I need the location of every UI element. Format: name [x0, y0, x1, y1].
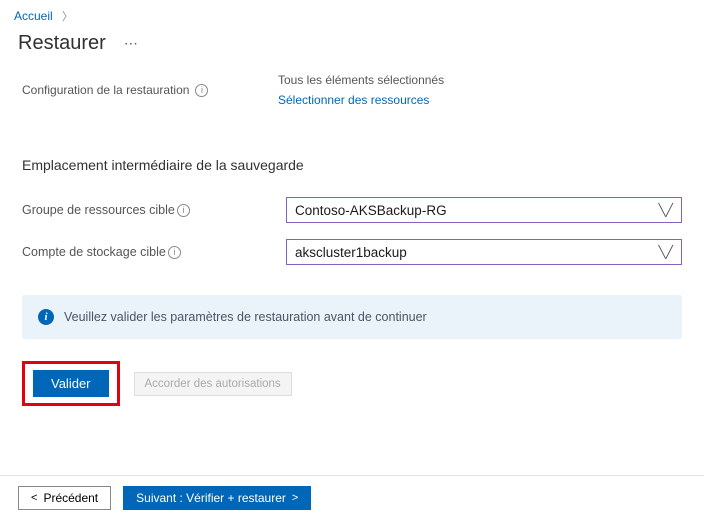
grant-permissions-button: Accorder des autorisations [134, 372, 292, 396]
action-row: Valider Accorder des autorisations [22, 361, 682, 406]
validate-button[interactable]: Valider [33, 370, 109, 397]
resource-group-label-text: Groupe de ressources cible [22, 203, 175, 217]
chevron-down-icon: ╲╱ [659, 203, 673, 217]
previous-button[interactable]: < Précédent [18, 486, 111, 510]
resource-group-dropdown[interactable]: Contoso-AKSBackup-RG ╲╱ [286, 197, 682, 223]
more-actions-icon[interactable]: ⋯ [124, 35, 140, 52]
chevron-down-icon: ╲╱ [659, 245, 673, 259]
previous-button-label: Précédent [43, 491, 98, 505]
resource-group-row: Groupe de ressources cible i Contoso-AKS… [22, 197, 682, 223]
storage-account-label: Compte de stockage cible i [22, 245, 286, 259]
restore-config-status-group: Tous les éléments sélectionnés Sélection… [278, 73, 444, 107]
resource-group-value: Contoso-AKSBackup-RG [295, 203, 447, 218]
next-button[interactable]: Suivant : Vérifier + restaurer > [123, 486, 311, 510]
select-resources-link[interactable]: Sélectionner des ressources [278, 93, 429, 107]
breadcrumb-home-link[interactable]: Accueil [14, 9, 53, 23]
storage-account-label-text: Compte de stockage cible [22, 245, 166, 259]
breadcrumb: Accueil 〉 [0, 0, 704, 24]
restore-config-label-text: Configuration de la restauration [22, 83, 189, 97]
restore-config-row: Configuration de la restauration i Tous … [22, 73, 682, 147]
page-title: Restaurer [18, 32, 106, 55]
wizard-footer: < Précédent Suivant : Vérifier + restaur… [0, 475, 704, 520]
next-button-label: Suivant : Vérifier + restaurer [136, 491, 286, 505]
validation-info-banner: i Veuillez valider les paramètres de res… [22, 295, 682, 339]
storage-account-value: akscluster1backup [295, 245, 407, 260]
arrow-right-icon: > [292, 492, 298, 504]
highlight-annotation: Valider [22, 361, 120, 406]
storage-account-row: Compte de stockage cible i akscluster1ba… [22, 239, 682, 265]
restore-config-status: Tous les éléments sélectionnés [278, 73, 444, 87]
info-icon[interactable]: i [195, 84, 208, 97]
chevron-right-icon: 〉 [62, 11, 73, 23]
info-icon[interactable]: i [177, 204, 190, 217]
page-header: Restaurer ⋯ [0, 24, 704, 73]
storage-account-dropdown[interactable]: akscluster1backup ╲╱ [286, 239, 682, 265]
restore-config-label: Configuration de la restauration i [22, 73, 278, 107]
info-solid-icon: i [38, 309, 54, 325]
arrow-left-icon: < [31, 492, 37, 504]
info-icon[interactable]: i [168, 246, 181, 259]
staging-location-heading: Emplacement intermédiaire de la sauvegar… [22, 157, 682, 173]
resource-group-label: Groupe de ressources cible i [22, 203, 286, 217]
validation-info-text: Veuillez valider les paramètres de resta… [64, 310, 427, 324]
